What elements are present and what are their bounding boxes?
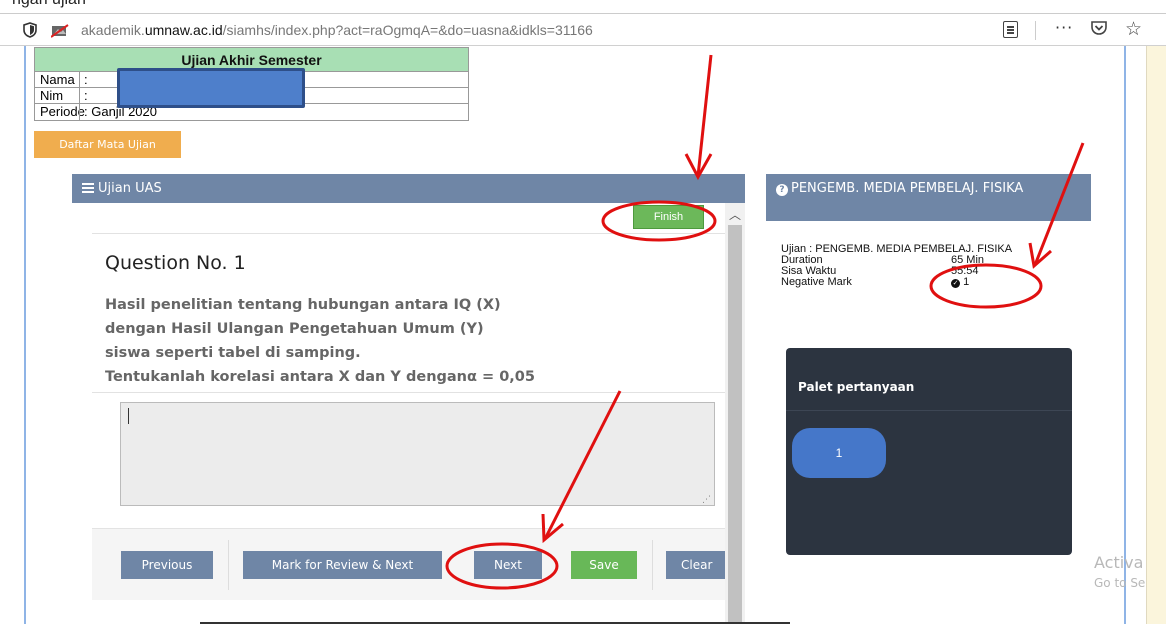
question-line: Hasil penelitian tentang hubungan antara… xyxy=(105,297,501,313)
exam-info: Ujian : PENGEMB. MEDIA PEMBELAJ. FISIKA … xyxy=(781,244,1051,288)
divider xyxy=(652,540,653,590)
bookmark-star-icon[interactable]: ☆ xyxy=(1125,18,1142,40)
scrollbar[interactable]: ︿ xyxy=(725,203,745,624)
text-cursor xyxy=(128,408,129,424)
side-strip xyxy=(1146,46,1166,624)
toolbar-divider xyxy=(1035,21,1036,40)
question-text: Hasil penelitian tentang hubungan antara… xyxy=(105,293,625,389)
mark-for-review-button[interactable]: Mark for Review & Next xyxy=(243,551,442,579)
scroll-thumb[interactable] xyxy=(728,225,742,624)
info-value: : xyxy=(84,72,88,87)
answer-textarea[interactable] xyxy=(120,402,715,506)
negative-mark-row: Negative Mark ✓ 1 xyxy=(781,277,1051,288)
info-key: Nim xyxy=(40,88,64,103)
resize-grip-icon[interactable]: ⋰ xyxy=(702,495,711,505)
url-text[interactable]: akademik.umnaw.ac.id/siamhs/index.php?ac… xyxy=(81,22,593,38)
question-line: siswa seperti tabel di samping. xyxy=(105,345,361,361)
negative-mark-value: 1 xyxy=(963,276,970,288)
finish-button[interactable]: Finish xyxy=(633,205,704,229)
reader-view-icon[interactable] xyxy=(1003,21,1018,38)
palette-title: Palet pertanyaan xyxy=(798,380,915,394)
divider xyxy=(92,233,725,234)
shield-icon[interactable] xyxy=(23,22,37,38)
course-panel-header: ? PENGEMB. MEDIA PEMBELAJ. FISIKA xyxy=(766,174,1091,221)
scroll-up-icon[interactable]: ︿ xyxy=(729,206,741,223)
divider xyxy=(92,392,725,393)
activation-watermark: Activa xyxy=(1094,553,1144,572)
save-button[interactable]: Save xyxy=(571,551,637,579)
question-line: Tentukanlah korelasi antara X dan Y deng… xyxy=(105,369,535,385)
page-frame-left xyxy=(24,46,26,624)
info-value: : xyxy=(84,88,88,103)
arrow-to-finish xyxy=(696,54,713,177)
daftar-mata-ujian-button[interactable]: Daftar Mata Ujian xyxy=(34,131,181,158)
redaction-box xyxy=(117,68,305,108)
previous-button[interactable]: Previous xyxy=(121,551,213,579)
palette-question-button[interactable]: 1 xyxy=(792,428,886,478)
question-circle-icon: ? xyxy=(776,184,788,196)
menu-icon xyxy=(82,183,94,193)
activation-watermark-sub: Go to Se xyxy=(1094,576,1146,590)
insecure-page-icon[interactable] xyxy=(50,23,69,38)
divider xyxy=(228,540,229,590)
question-line: dengan Hasil Ulangan Pengetahuan Umum (Y… xyxy=(105,321,484,337)
browser-url-bar: akademik.umnaw.ac.id/siamhs/index.php?ac… xyxy=(0,13,1166,46)
negative-mark-label: Negative Mark xyxy=(781,276,852,288)
clear-button[interactable]: Clear xyxy=(666,551,725,579)
check-circle-icon: ✓ xyxy=(951,279,960,288)
top-caption: ngan ujian xyxy=(12,0,86,9)
page-frame-right xyxy=(1124,46,1126,624)
more-actions-icon[interactable]: ··· xyxy=(1055,18,1073,37)
exam-panel-title: Ujian UAS xyxy=(98,181,162,196)
pocket-icon[interactable] xyxy=(1090,20,1108,40)
info-key: Nama xyxy=(40,72,75,87)
question-title: Question No. 1 xyxy=(105,252,246,274)
course-title: PENGEMB. MEDIA PEMBELAJ. FISIKA xyxy=(791,181,1024,196)
next-button[interactable]: Next xyxy=(474,551,542,579)
exam-panel-header: Ujian UAS xyxy=(72,174,745,203)
